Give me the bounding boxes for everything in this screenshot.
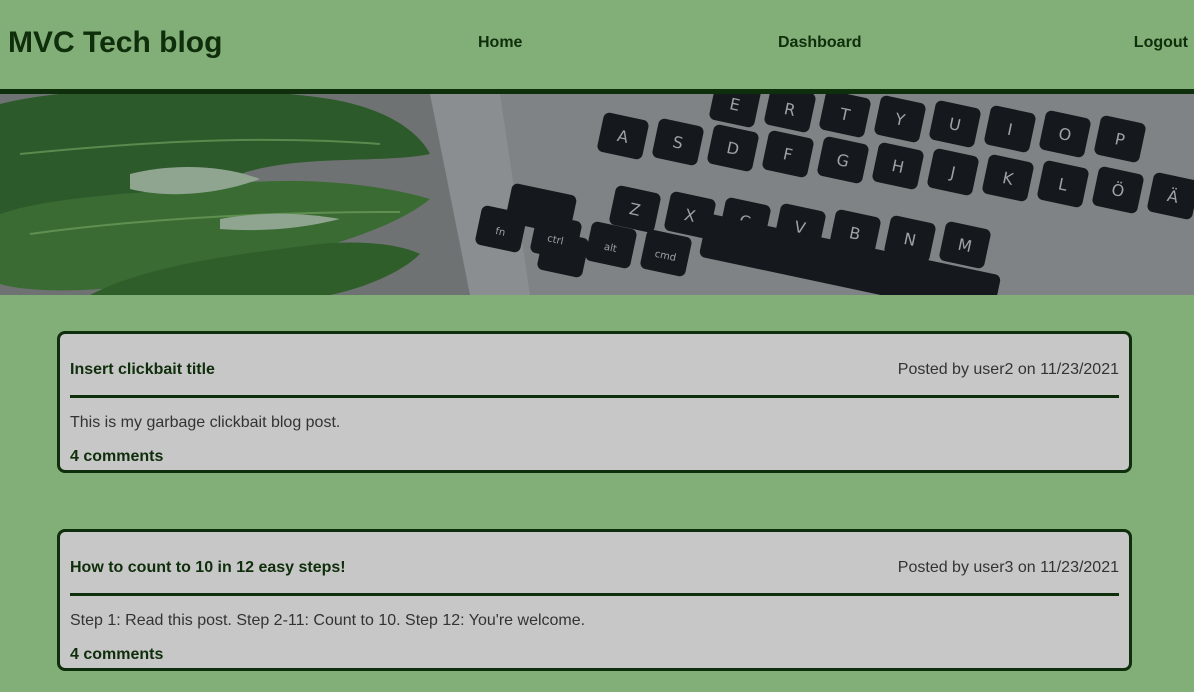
site-header: MVC Tech blog Home Dashboard Logout — [0, 0, 1194, 94]
leaf-graphic — [0, 94, 430, 295]
nav-dashboard-link[interactable]: Dashboard — [778, 33, 862, 53]
post-comments-link[interactable]: 4 comments — [70, 646, 163, 664]
hero-banner-image: ERTYUIOPASDFGHJKLÖÄZXCVBNMfnctrlaltcmd — [0, 94, 1194, 295]
post-title[interactable]: How to count to 10 in 12 easy steps! — [70, 559, 346, 577]
post-divider — [70, 593, 1119, 596]
post-list: Insert clickbait title Posted by user2 o… — [0, 295, 1194, 671]
post-card[interactable]: How to count to 10 in 12 easy steps! Pos… — [57, 529, 1132, 671]
site-title[interactable]: MVC Tech blog — [8, 26, 222, 60]
hero-illustration: ERTYUIOPASDFGHJKLÖÄZXCVBNMfnctrlaltcmd — [0, 94, 1194, 295]
post-meta: Posted by user2 on 11/23/2021 — [897, 361, 1119, 378]
post-meta: Posted by user3 on 11/23/2021 — [897, 559, 1119, 576]
post-divider — [70, 395, 1119, 398]
nav-logout-link[interactable]: Logout — [1134, 33, 1188, 53]
post-body: Step 1: Read this post. Step 2-11: Count… — [70, 612, 586, 629]
nav-home-link[interactable]: Home — [478, 33, 522, 53]
post-comments-link[interactable]: 4 comments — [70, 448, 163, 466]
post-card[interactable]: Insert clickbait title Posted by user2 o… — [57, 331, 1132, 473]
post-title[interactable]: Insert clickbait title — [70, 361, 215, 379]
post-body: This is my garbage clickbait blog post. — [70, 414, 341, 431]
